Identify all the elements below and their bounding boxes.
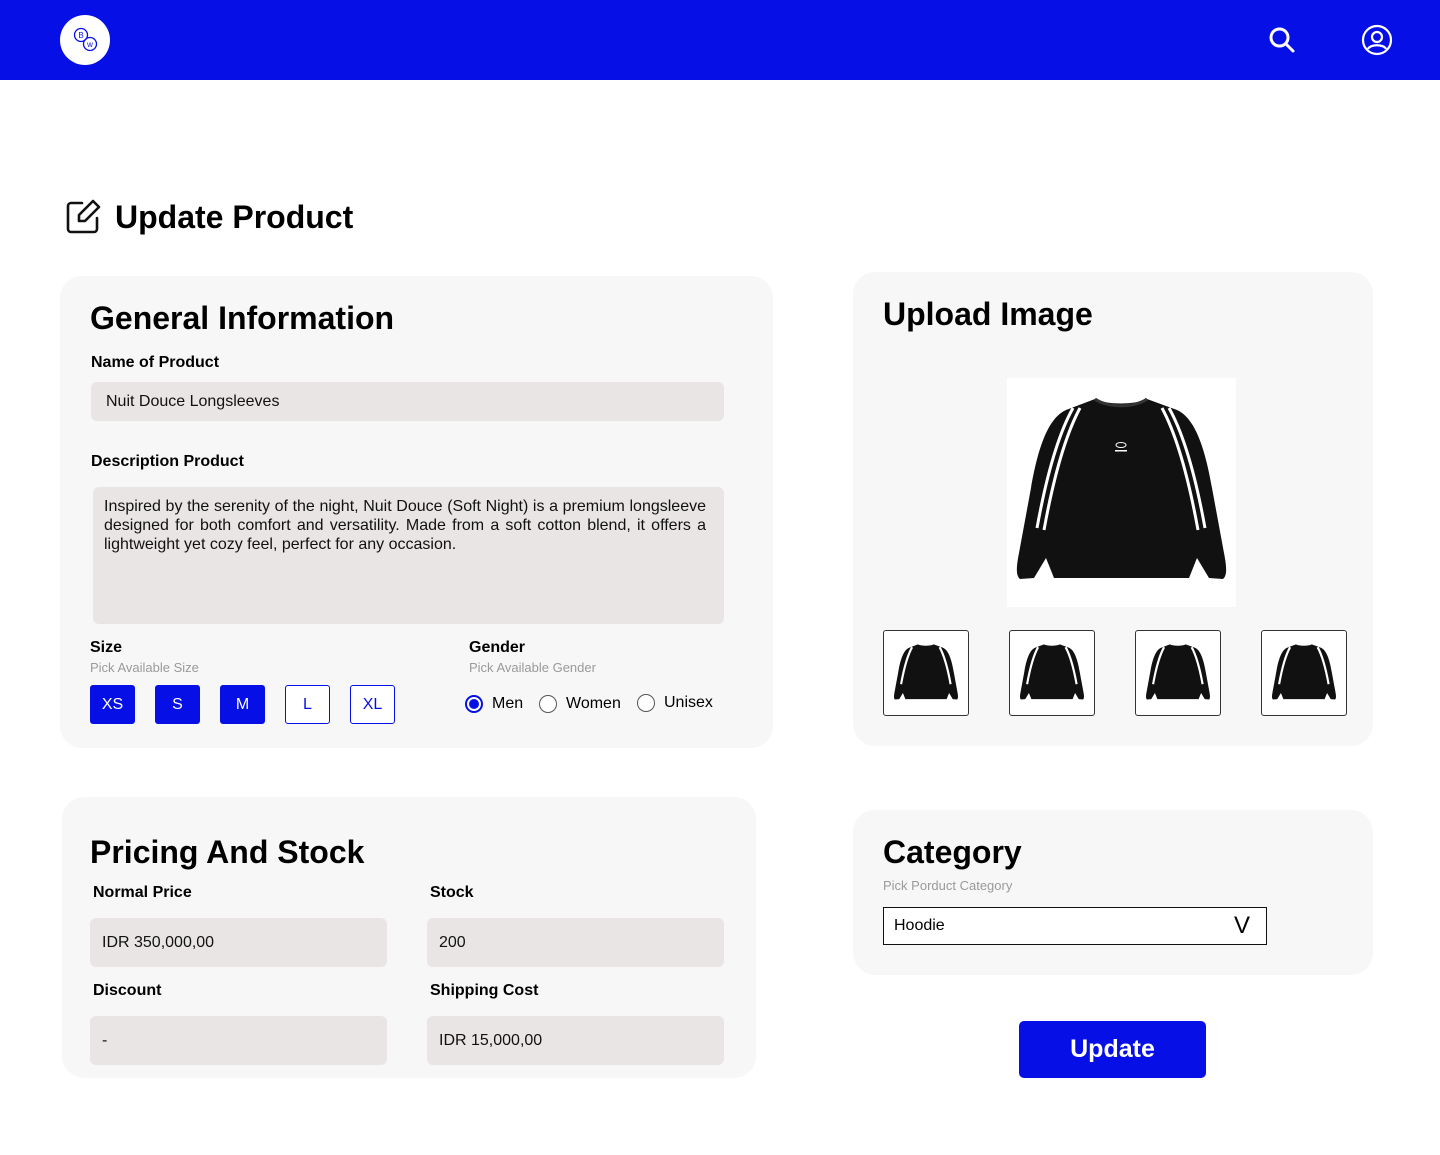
size-hint: Pick Available Size [90, 660, 199, 675]
size-option-xs[interactable]: XS [90, 685, 135, 724]
gender-option-label: Men [492, 695, 524, 712]
black-longsleeve-sweatshirt-image [1016, 397, 1227, 579]
sweatshirt-thumbnail-icon [1020, 644, 1084, 700]
profile-button[interactable] [1357, 20, 1397, 60]
discount-input[interactable]: - [90, 1016, 387, 1065]
category-selected-value: Hoodie [894, 917, 945, 934]
top-navigation-bar: B w [0, 0, 1440, 80]
size-label: Size [90, 639, 123, 656]
image-thumbnail[interactable] [1261, 630, 1347, 716]
gender-option-label: Women [566, 695, 621, 712]
pricing-stock-title: Pricing And Stock [90, 834, 365, 870]
shipping-cost-input[interactable]: IDR 15,000,00 [427, 1016, 724, 1065]
radio-unchecked-icon[interactable] [637, 694, 655, 712]
image-thumbnail[interactable] [883, 630, 969, 716]
gender-option-label: Unisex [664, 694, 713, 711]
gender-option-women[interactable]: Women [539, 695, 621, 713]
size-option-m[interactable]: M [220, 685, 265, 724]
page-title: Update Product [115, 198, 354, 235]
general-information-title: General Information [90, 300, 395, 336]
upload-image-title: Upload Image [883, 296, 1093, 332]
gender-label: Gender [469, 639, 526, 656]
discount-label: Discount [93, 982, 162, 999]
brand-logo[interactable]: B w [60, 15, 110, 65]
user-circle-icon [1361, 24, 1393, 56]
radio-unchecked-icon[interactable] [539, 695, 557, 713]
image-thumbnail[interactable] [1135, 630, 1221, 716]
search-icon [1269, 27, 1295, 53]
stock-input[interactable]: 200 [427, 918, 724, 967]
shipping-cost-label: Shipping Cost [430, 982, 539, 999]
size-option-l[interactable]: L [285, 685, 330, 724]
brand-logo-icon: B w [73, 27, 98, 52]
size-option-xl[interactable]: XL [350, 685, 395, 724]
logo-letter-b: B [78, 31, 83, 40]
size-option-s[interactable]: S [155, 685, 200, 724]
product-name-input[interactable]: Nuit Douce Longsleeves [91, 382, 724, 421]
description-label: Description Product [91, 453, 244, 470]
sweatshirt-thumbnail-icon [1272, 644, 1336, 700]
product-name-label: Name of Product [91, 354, 220, 371]
image-thumbnail[interactable] [1009, 630, 1095, 716]
main-product-image[interactable] [1007, 378, 1236, 607]
normal-price-label: Normal Price [93, 884, 192, 901]
category-select[interactable]: Hoodie V [883, 907, 1267, 945]
update-button[interactable]: Update [1019, 1021, 1206, 1078]
sweatshirt-thumbnail-icon [1146, 644, 1210, 700]
category-title: Category [883, 834, 1022, 870]
chevron-down-icon: V [1233, 912, 1250, 939]
gender-hint: Pick Available Gender [469, 660, 596, 675]
description-textarea[interactable]: Inspired by the serenity of the night, N… [93, 487, 724, 624]
search-button[interactable] [1262, 20, 1302, 60]
normal-price-input[interactable]: IDR 350,000,00 [90, 918, 387, 967]
gender-option-unisex[interactable]: Unisex [637, 694, 713, 712]
stock-label: Stock [430, 884, 474, 901]
page-heading: Update Product [65, 197, 353, 237]
category-hint: Pick Porduct Category [883, 878, 1013, 893]
logo-letter-w: w [86, 40, 93, 49]
gender-option-men[interactable]: Men [465, 695, 523, 713]
edit-square-icon [66, 199, 101, 234]
sweatshirt-thumbnail-icon [894, 644, 958, 700]
radio-checked-icon[interactable] [465, 695, 483, 713]
